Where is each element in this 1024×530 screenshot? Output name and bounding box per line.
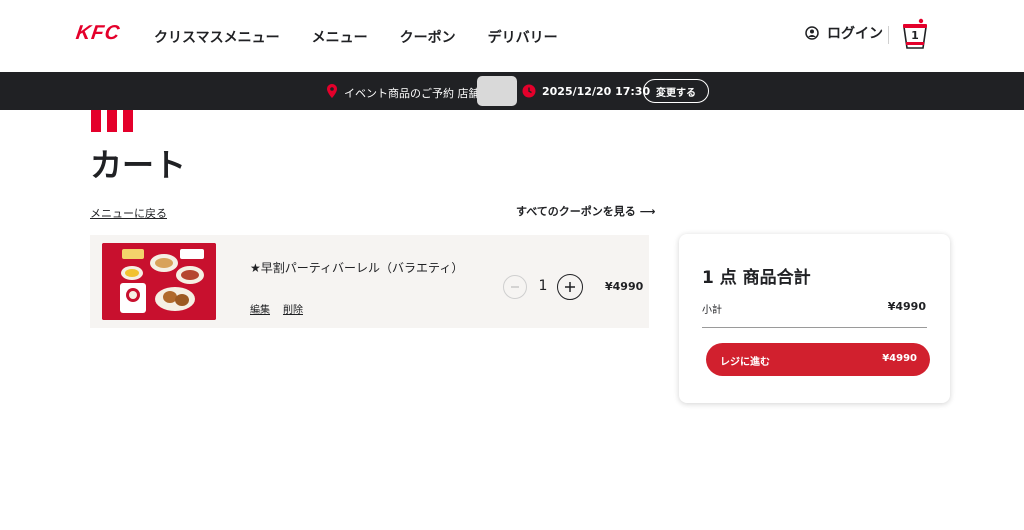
arrow-right-icon: ⟶ (639, 205, 656, 218)
header-divider (888, 26, 889, 44)
subtotal-value: ¥4990 (887, 300, 926, 313)
delete-item-link[interactable]: 削除 (283, 301, 303, 316)
nav-item-delivery[interactable]: デリバリー (488, 27, 558, 47)
stripe (107, 110, 117, 132)
quantity-value: 1 (538, 278, 548, 294)
login-button[interactable]: ログイン (805, 23, 883, 43)
login-label: ログイン (827, 26, 883, 42)
main-nav: クリスマスメニュー メニュー クーポン デリバリー (154, 27, 590, 47)
change-reservation-button[interactable]: 変更する (643, 79, 709, 103)
view-all-coupons-link[interactable]: すべてのクーポンを見る ⟶ (516, 203, 656, 219)
minus-icon (511, 286, 519, 288)
event-reservation-bar: イベント商品のご予約 店舗: 2025/12/20 17:30 変更する (0, 72, 1024, 110)
party-barrel-image (102, 243, 216, 320)
quantity-decrease-button[interactable] (503, 275, 527, 299)
site-header: KFC クリスマスメニュー メニュー クーポン デリバリー ログイン 1 (0, 0, 1024, 72)
page-title: カート (90, 146, 187, 184)
summary-title: 1 点 商品合計 (702, 268, 811, 288)
product-name[interactable]: ★早割パーティバーレル（バラエティ） (250, 259, 463, 276)
coupons-link-label: すべてのクーポンを見る (516, 205, 636, 218)
back-to-menu-link[interactable]: メニューに戻る (90, 205, 167, 221)
subtotal-label: 小計 (702, 305, 722, 316)
nav-item-christmas-menu[interactable]: クリスマスメニュー (154, 27, 280, 47)
checkout-price: ¥4990 (882, 353, 917, 364)
nav-item-menu[interactable]: メニュー (312, 27, 368, 47)
product-image[interactable] (102, 243, 216, 320)
item-price: ¥4990 (605, 280, 644, 293)
plus-icon (565, 282, 575, 292)
summary-divider (702, 327, 927, 328)
checkout-button[interactable]: レジに進む ¥4990 (706, 343, 930, 376)
event-store-label: イベント商品のご予約 店舗: (344, 87, 484, 100)
cart-bucket-button[interactable]: 1 (902, 18, 928, 50)
stripe (91, 110, 101, 132)
edit-item-link[interactable]: 編集 (250, 301, 270, 316)
kfc-logo[interactable]: KFC (74, 22, 122, 45)
store-name-placeholder (477, 76, 517, 106)
location-pin-icon (327, 84, 337, 98)
event-datetime: 2025/12/20 17:30 (542, 85, 651, 98)
clock-icon (522, 84, 536, 98)
nav-item-coupon[interactable]: クーポン (400, 27, 456, 47)
cart-count-badge: 1 (911, 29, 919, 42)
order-summary-card: 1 点 商品合計 小計 ¥4990 レジに進む ¥4990 (679, 234, 950, 403)
stripe (123, 110, 133, 132)
cart-item: ★早割パーティバーレル（バラエティ） 編集 削除 1 ¥4990 (90, 235, 649, 328)
brand-stripes (91, 110, 133, 132)
user-icon (805, 26, 819, 40)
checkout-label: レジに進む (720, 357, 770, 368)
quantity-increase-button[interactable] (557, 274, 583, 300)
